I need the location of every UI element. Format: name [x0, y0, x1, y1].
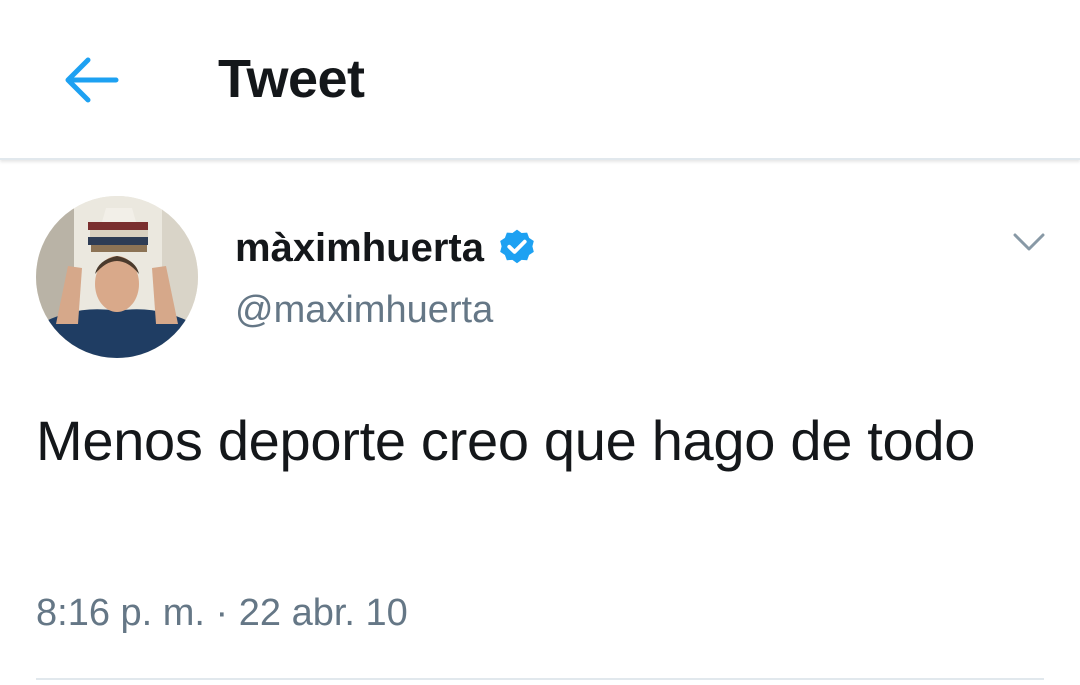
tweet-timestamp: 8:16 p. m. · 22 abr. 10 [36, 588, 408, 638]
app-header: Tweet [0, 0, 1080, 160]
author-handle[interactable]: @maximhuerta [235, 285, 493, 335]
chevron-down-icon [1013, 233, 1045, 251]
avatar-photo [36, 196, 198, 358]
tweet-date: 22 abr. 10 [238, 592, 408, 634]
meta-separator: · [215, 592, 229, 634]
tweet-menu-button[interactable] [1005, 222, 1053, 262]
divider [36, 678, 1044, 680]
back-button[interactable] [50, 40, 130, 120]
tweet-text: Menos deporte creo que hago de todo [36, 409, 976, 472]
author-name[interactable]: màximhuerta [235, 222, 538, 274]
page-title: Tweet [218, 49, 365, 109]
verified-badge-icon [500, 229, 534, 264]
avatar[interactable] [36, 196, 198, 358]
arrow-left-icon [65, 57, 119, 103]
author-name-label: màximhuerta [235, 226, 484, 270]
tweet-time: 8:16 p. m. [36, 592, 205, 634]
